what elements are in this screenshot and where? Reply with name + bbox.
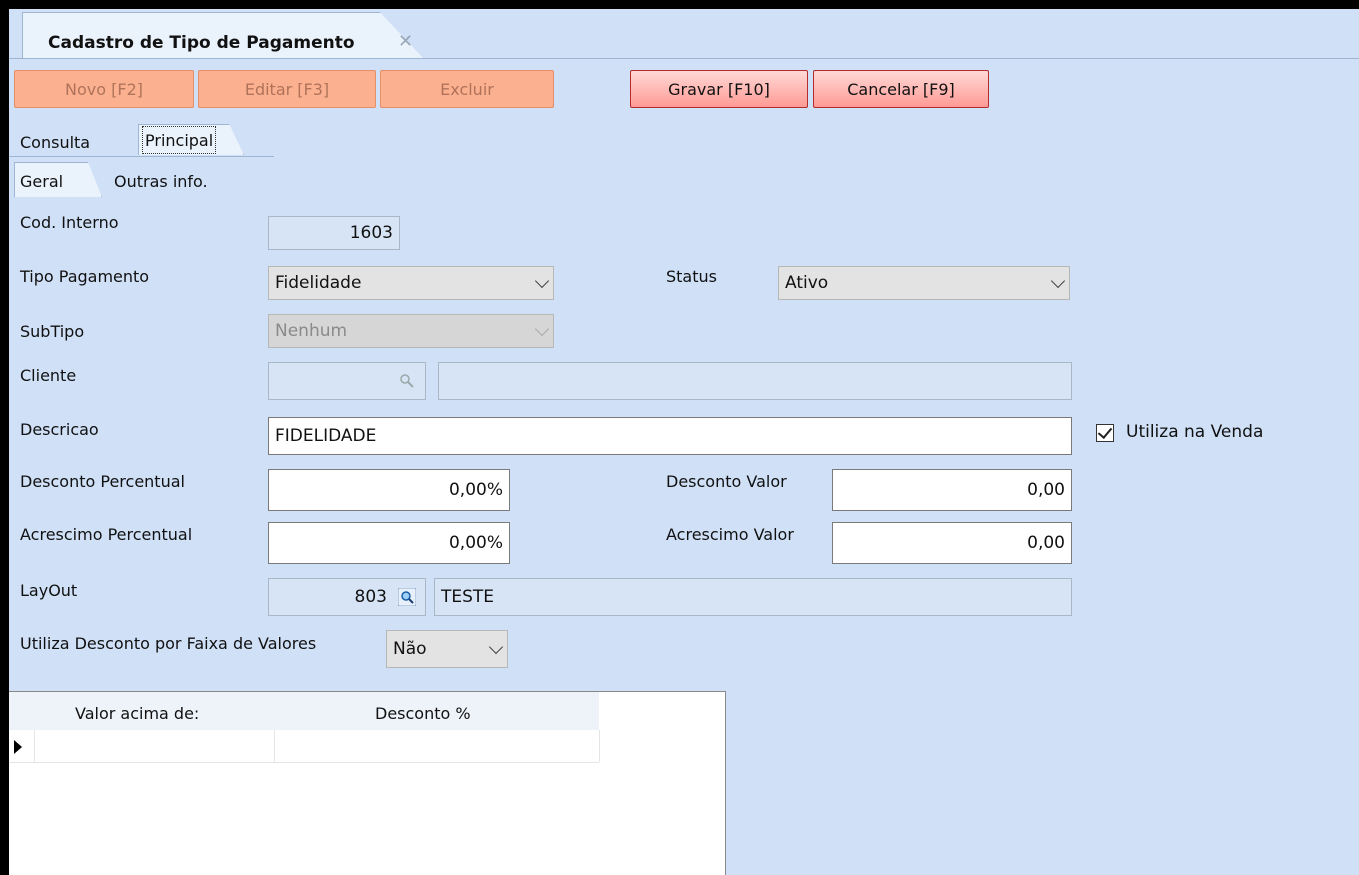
descricao-value: FIDELIDADE [275,426,377,446]
tab-divider [9,156,274,157]
desconto-percentual-input[interactable]: 0,00% [268,469,510,511]
table-row[interactable] [9,730,599,763]
gravar-button[interactable]: Gravar [F10] [630,70,808,108]
check-icon [1097,423,1113,440]
acrescimo-valor-value: 0,00 [1027,533,1065,553]
tab-strip-divider [9,58,1359,59]
acrescimo-percentual-value: 0,00% [448,533,503,553]
desconto-valor-label: Desconto Valor [666,472,787,491]
faixa-valores-label: Utiliza Desconto por Faixa de Valores [20,634,317,653]
desconto-valor-input[interactable]: 0,00 [832,469,1072,511]
status-label: Status [666,267,717,286]
faixa-valores-value: Não [393,639,427,659]
magnifier-icon[interactable] [394,365,420,397]
grid-column-desconto[interactable]: Desconto % [375,704,471,723]
status-value: Ativo [785,273,829,293]
grid-divider [34,730,35,762]
layout-code-value: 803 [354,587,387,607]
acrescimo-percentual-label: Acrescimo Percentual [20,525,193,544]
grid-header: Valor acima de: Desconto % [9,692,599,730]
tipo-pagamento-value: Fidelidade [275,273,362,293]
status-select[interactable]: Ativo [778,266,1070,300]
document-tab-title: Cadastro de Tipo de Pagamento [48,33,355,53]
tipo-pagamento-label: Tipo Pagamento [20,267,150,286]
cancelar-button[interactable]: Cancelar [F9] [813,70,989,108]
cliente-name-field [438,362,1072,400]
utiliza-venda-checkbox[interactable] [1096,423,1114,442]
novo-button[interactable]: Novo [F2] [14,70,194,108]
subtab-geral[interactable]: Geral [14,166,69,196]
close-icon[interactable]: ✕ [398,31,413,52]
excluir-button[interactable]: Excluir [380,70,554,108]
acrescimo-valor-label: Acrescimo Valor [666,525,794,544]
subtab-outras-info[interactable]: Outras info. [108,166,214,196]
chevron-down-icon [1050,273,1066,289]
subtipo-select[interactable]: Nenhum [268,314,554,348]
magnifier-icon[interactable] [394,581,420,613]
acrescimo-valor-input[interactable]: 0,00 [832,522,1072,564]
layout-name-value: TESTE [441,587,495,607]
acrescimo-percentual-input[interactable]: 0,00% [268,522,510,564]
faixa-valores-grid[interactable]: Valor acima de: Desconto % [9,691,726,875]
desconto-valor-value: 0,00 [1027,480,1065,500]
desconto-percentual-value: 0,00% [448,480,503,500]
chevron-down-icon [534,273,550,289]
grid-column-valor-acima[interactable]: Valor acima de: [75,704,199,723]
utiliza-venda-label: Utiliza na Venda [1126,422,1264,442]
descricao-label: Descricao [20,420,99,439]
layout-label: LayOut [20,581,78,600]
tipo-pagamento-select[interactable]: Fidelidade [268,266,554,300]
editar-button[interactable]: Editar [F3] [198,70,376,108]
cod-interno-label: Cod. Interno [20,213,119,232]
descricao-input[interactable]: FIDELIDADE [268,417,1072,455]
tab-principal[interactable]: Principal [142,126,217,154]
grid-divider [274,730,275,762]
chevron-down-icon [534,321,550,337]
cod-interno-value: 1603 [349,223,393,243]
chevron-down-icon [488,639,504,655]
cliente-label: Cliente [20,366,77,385]
faixa-valores-select[interactable]: Não [386,630,508,668]
subtipo-value: Nenhum [275,321,348,341]
cod-interno-field: 1603 [268,216,400,250]
tab-consulta[interactable]: Consulta [14,128,96,156]
desconto-percentual-label: Desconto Percentual [20,472,185,491]
layout-name-field: TESTE [434,578,1072,616]
subtipo-label: SubTipo [20,322,85,341]
row-indicator-icon [14,740,22,754]
grid-divider [599,730,600,762]
